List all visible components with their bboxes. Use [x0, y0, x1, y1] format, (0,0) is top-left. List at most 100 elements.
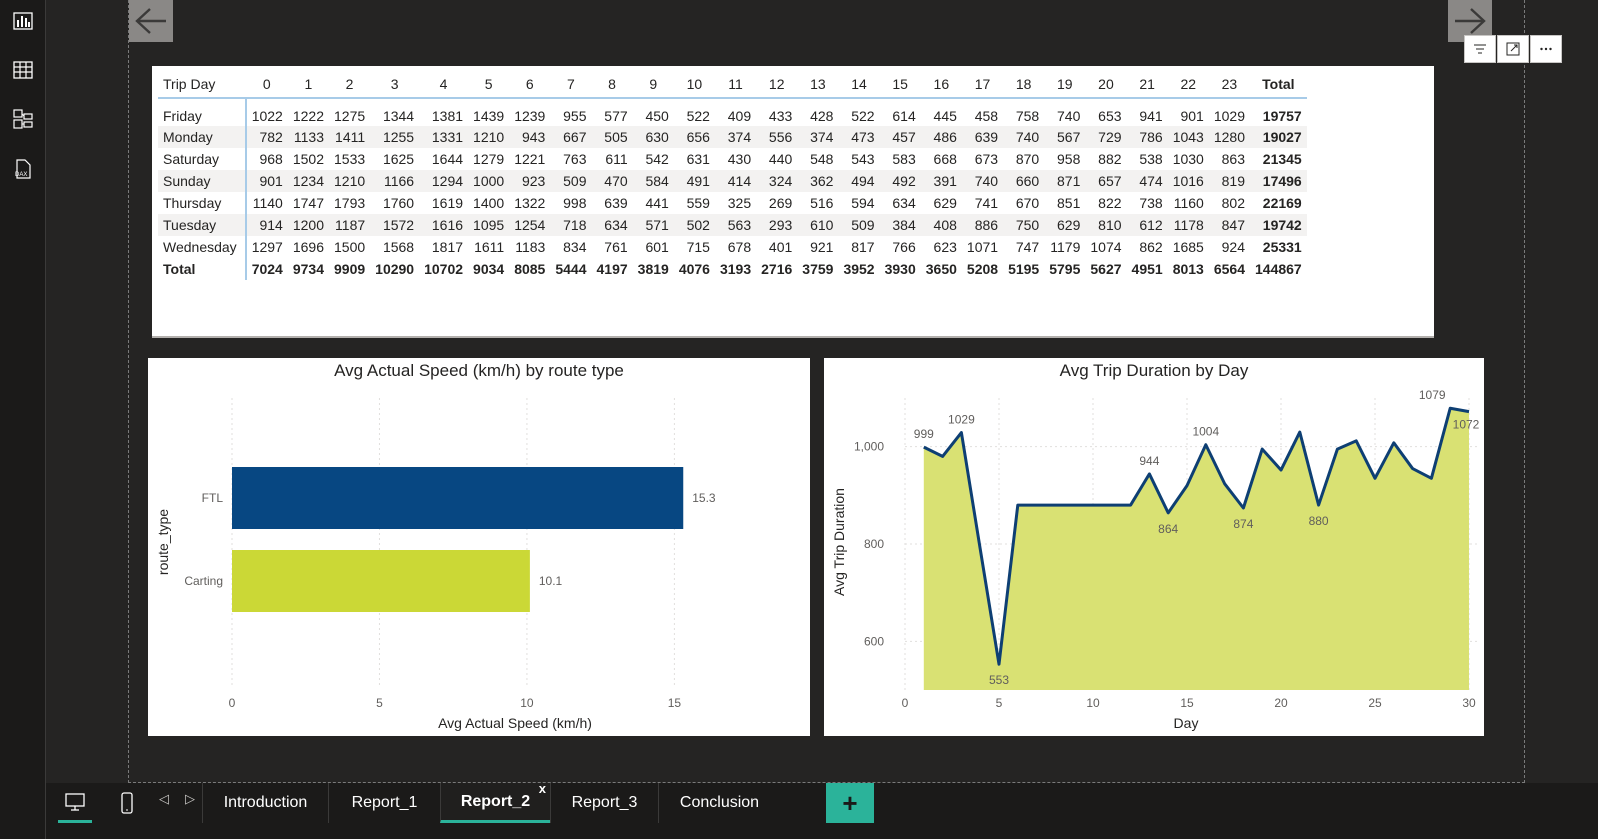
- matrix-cell[interactable]: 584: [632, 170, 674, 192]
- matrix-cell[interactable]: 1625: [370, 148, 419, 170]
- matrix-cell[interactable]: 21345: [1250, 148, 1307, 170]
- matrix-cell[interactable]: 1568: [370, 236, 419, 258]
- matrix-cell[interactable]: 563: [714, 214, 757, 236]
- matrix-cell[interactable]: 629: [1044, 214, 1086, 236]
- matrix-cell[interactable]: 4951: [1126, 258, 1168, 280]
- matrix-cell[interactable]: 374: [714, 126, 757, 148]
- matrix-cell[interactable]: 542: [633, 148, 674, 170]
- matrix-cell[interactable]: 3819: [632, 258, 674, 280]
- matrix-cell[interactable]: 19027: [1250, 126, 1307, 148]
- matrix-cell[interactable]: 450: [633, 98, 674, 126]
- matrix-cell[interactable]: 886: [961, 214, 1004, 236]
- matrix-cell[interactable]: 428: [797, 98, 838, 126]
- matrix-cell[interactable]: 1500: [329, 236, 370, 258]
- matrix-cell[interactable]: 474: [1126, 170, 1168, 192]
- model-view-icon[interactable]: [8, 104, 38, 134]
- matrix-cell[interactable]: 10290: [370, 258, 420, 280]
- matrix-cell[interactable]: 741: [962, 192, 1003, 214]
- matrix-cell[interactable]: 5195: [1003, 258, 1045, 280]
- matrix-cell[interactable]: 3930: [879, 258, 921, 280]
- table-row[interactable]: Thursday 1140 1747 1793 1760 1619 1400 1322 998 6…: [158, 192, 1307, 214]
- more-options-icon[interactable]: [1530, 35, 1562, 63]
- matrix-cell[interactable]: 4197: [591, 258, 633, 280]
- matrix-cell[interactable]: 834: [550, 236, 591, 258]
- matrix-cell[interactable]: 1817: [419, 236, 468, 258]
- matrix-cell[interactable]: 678: [715, 236, 756, 258]
- matrix-cell[interactable]: 782: [245, 126, 288, 148]
- matrix-cell[interactable]: 901: [245, 170, 288, 192]
- matrix-cell[interactable]: 758: [1003, 98, 1044, 126]
- matrix-cell[interactable]: 639: [592, 192, 633, 214]
- matrix-cell[interactable]: 673: [962, 148, 1003, 170]
- matrix-cell[interactable]: 559: [674, 192, 715, 214]
- matrix-cell[interactable]: 1222: [288, 98, 329, 126]
- matrix-cell[interactable]: 543: [838, 148, 879, 170]
- matrix-cell[interactable]: 738: [1127, 192, 1168, 214]
- matrix-cell[interactable]: 1685: [1168, 236, 1209, 258]
- matrix-cell[interactable]: 409: [715, 98, 756, 126]
- matrix-cell[interactable]: 4076: [673, 258, 715, 280]
- matrix-cell[interactable]: 1747: [288, 192, 329, 214]
- dax-query-icon[interactable]: DAX: [8, 154, 38, 184]
- matrix-cell[interactable]: 629: [921, 192, 962, 214]
- matrix-cell[interactable]: 502: [673, 214, 715, 236]
- matrix-cell[interactable]: 9909: [329, 258, 371, 280]
- matrix-cell[interactable]: 1029: [1209, 98, 1250, 126]
- table-row[interactable]: Saturday 968 1502 1533 1625 1644 1279 1221 763 61…: [158, 148, 1307, 170]
- matrix-cell[interactable]: 921: [797, 236, 838, 258]
- table-row[interactable]: Sunday 901 1234 1210 1166 1294 1000 923 509 470 58…: [158, 170, 1307, 192]
- table-view-icon[interactable]: [8, 55, 38, 85]
- matrix-cell[interactable]: 440: [756, 148, 797, 170]
- matrix-cell[interactable]: 10702: [419, 258, 469, 280]
- matrix-cell[interactable]: 610: [797, 214, 839, 236]
- matrix-cell[interactable]: 1030: [1168, 148, 1209, 170]
- matrix-cell[interactable]: 822: [1085, 192, 1126, 214]
- matrix-cell[interactable]: 871: [1044, 170, 1086, 192]
- matrix-cell[interactable]: 3650: [920, 258, 962, 280]
- matrix-cell[interactable]: 1696: [288, 236, 329, 258]
- tab-introduction[interactable]: Introduction: [202, 783, 328, 823]
- desktop-layout-icon[interactable]: [58, 783, 92, 823]
- matrix-cell[interactable]: 1239: [509, 98, 550, 126]
- matrix-cell[interactable]: 660: [1003, 170, 1045, 192]
- matrix-cell[interactable]: 819: [1208, 170, 1250, 192]
- tab-report-1[interactable]: Report_1: [328, 783, 440, 823]
- matrix-cell[interactable]: 408: [920, 214, 962, 236]
- matrix-cell[interactable]: 1254: [509, 214, 551, 236]
- matrix-cell[interactable]: 802: [1209, 192, 1250, 214]
- matrix-cell[interactable]: 19742: [1250, 214, 1307, 236]
- matrix-cell[interactable]: 5208: [961, 258, 1004, 280]
- matrix-cell[interactable]: 1400: [468, 192, 509, 214]
- matrix-cell[interactable]: 594: [838, 192, 879, 214]
- matrix-cell[interactable]: 473: [838, 126, 880, 148]
- matrix-cell[interactable]: 924: [1209, 236, 1250, 258]
- matrix-cell[interactable]: 667: [550, 126, 592, 148]
- matrix-cell[interactable]: 522: [838, 98, 879, 126]
- table-row[interactable]: Wednesday 1297 1696 1500 1568 1817 1611 1183 834…: [158, 236, 1307, 258]
- matrix-cell[interactable]: 634: [880, 192, 921, 214]
- matrix-cell[interactable]: 5444: [550, 258, 592, 280]
- matrix-cell[interactable]: 761: [592, 236, 633, 258]
- matrix-cell[interactable]: 571: [632, 214, 674, 236]
- matrix-cell[interactable]: 1140: [246, 192, 288, 214]
- matrix-cell[interactable]: 1133: [287, 126, 329, 148]
- trip-matrix[interactable]: Trip Day 0 1 2 3 4 5 6 7 8 9 10 11 12 13 14 15 16 17 18 19 20…: [152, 66, 1434, 338]
- matrix-cell[interactable]: 2716: [756, 258, 798, 280]
- matrix-cell[interactable]: 1793: [329, 192, 370, 214]
- matrix-cell[interactable]: 567: [1044, 126, 1086, 148]
- matrix-cell[interactable]: 516: [797, 192, 838, 214]
- matrix-cell[interactable]: 1644: [419, 148, 468, 170]
- matrix-cell[interactable]: 1619: [419, 192, 468, 214]
- matrix-cell[interactable]: 7024: [245, 258, 288, 280]
- matrix-cell[interactable]: 1280: [1208, 126, 1250, 148]
- matrix-cell[interactable]: 293: [756, 214, 798, 236]
- tab-conclusion[interactable]: Conclusion: [658, 783, 780, 823]
- matrix-cell[interactable]: 486: [920, 126, 962, 148]
- matrix-cell[interactable]: 623: [921, 236, 962, 258]
- matrix-cell[interactable]: 6564: [1208, 258, 1250, 280]
- matrix-cell[interactable]: 1572: [370, 214, 420, 236]
- matrix-cell[interactable]: 740: [1044, 98, 1085, 126]
- bar[interactable]: [232, 467, 684, 529]
- matrix-cell[interactable]: 740: [961, 170, 1004, 192]
- matrix-cell[interactable]: 914: [245, 214, 288, 236]
